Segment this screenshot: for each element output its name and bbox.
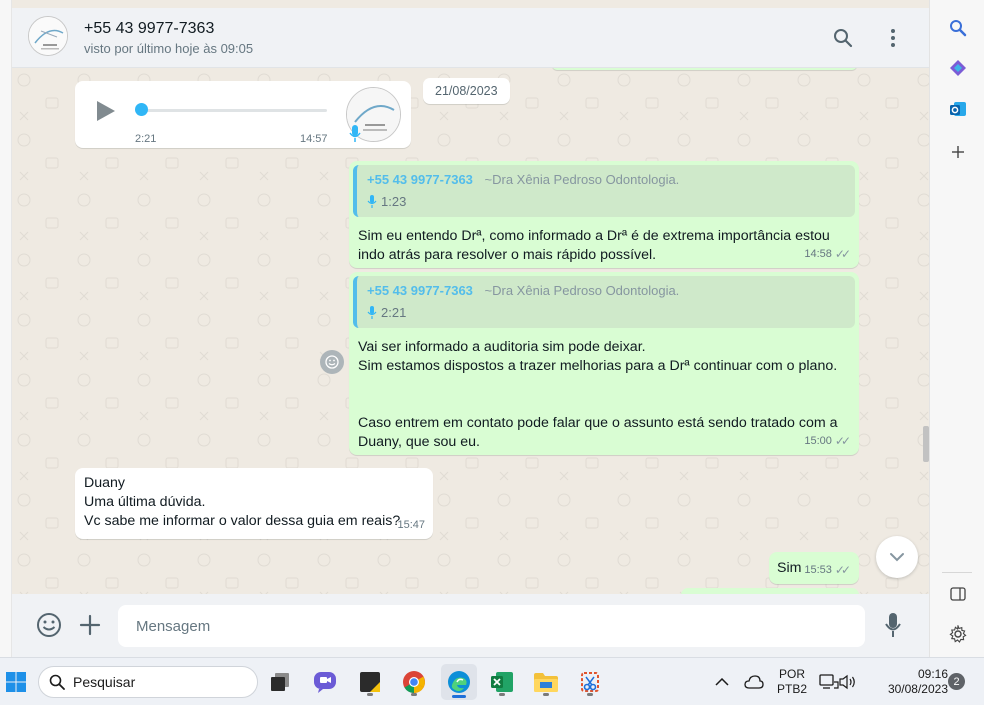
play-icon[interactable] — [95, 99, 117, 129]
outlook-icon[interactable] — [944, 95, 972, 123]
message-input[interactable] — [118, 605, 865, 647]
message-line: Vc sabe me informar o valor dessa guia e… — [84, 513, 401, 529]
chevron-up-icon[interactable] — [706, 666, 738, 698]
notification-badge[interactable]: 2 — [948, 673, 965, 690]
menu-kebab-icon[interactable] — [881, 26, 905, 50]
start-button[interactable] — [0, 666, 32, 698]
running-indicator — [587, 693, 593, 696]
snipping-tool-icon[interactable] — [574, 666, 606, 698]
previous-message-bubble — [552, 68, 857, 70]
quote-phone: +55 43 9977-7363 — [367, 283, 473, 298]
clock-date: 30/08/2023 — [887, 682, 948, 696]
sticky-notes-icon[interactable] — [354, 666, 386, 698]
audio-elapsed: 2:21 — [135, 133, 157, 145]
sidebar-toggle-icon[interactable] — [944, 580, 972, 608]
attach-plus-icon[interactable] — [76, 611, 104, 639]
running-indicator — [411, 693, 417, 696]
copilot-icon[interactable] — [944, 54, 972, 82]
message-time: 14:57 — [300, 133, 328, 145]
emoji-reaction-button[interactable] — [320, 350, 344, 374]
active-indicator — [452, 695, 466, 698]
read-ticks-icon: ✓✓ — [834, 563, 851, 577]
quote-author: ~Dra Xênia Pedroso Odontologia. — [484, 283, 680, 298]
quoted-audio[interactable]: +55 43 9977-7363 ~Dra Xênia Pedroso Odon… — [353, 165, 855, 217]
message-time: 15:53 — [804, 564, 832, 576]
message-line: Duany, que sou eu. — [358, 434, 480, 450]
date-chip: 21/08/2023 — [423, 78, 510, 104]
running-indicator — [543, 693, 549, 696]
quote-author: ~Dra Xênia Pedroso Odontologia. — [484, 172, 680, 187]
quote-duration: 1:23 — [381, 194, 407, 209]
quote-phone: +55 43 9977-7363 — [367, 172, 473, 187]
onedrive-cloud-icon[interactable] — [738, 666, 770, 698]
contact-name[interactable]: +55 43 9977-7363 — [84, 20, 214, 38]
message-line: indo atrás para resolver o mais rápido p… — [358, 247, 657, 263]
contact-status: visto por último hoje às 09:05 — [84, 41, 254, 56]
message-list[interactable]: 2:21 14:57 21/08/2023 +55 43 9977-7363 ~… — [12, 68, 929, 594]
language-indicator[interactable]: POR PTB2 — [774, 667, 810, 697]
task-view-icon[interactable] — [264, 666, 296, 698]
message-time: 15:00 — [804, 435, 832, 447]
chevron-down-icon — [890, 553, 904, 562]
contact-avatar[interactable] — [28, 16, 68, 56]
search-icon[interactable] — [831, 26, 855, 50]
search-icon[interactable] — [944, 14, 972, 42]
message-line: Uma última dúvida. — [84, 494, 206, 510]
language-code: POR — [778, 667, 805, 681]
read-ticks-icon: ✓✓ — [834, 247, 851, 261]
message-time: 14:58 — [804, 248, 832, 260]
audio-message-bubble[interactable]: 2:21 14:57 — [75, 81, 411, 148]
message-composer — [12, 594, 929, 657]
running-indicator — [367, 693, 373, 696]
emoji-icon[interactable] — [35, 611, 63, 639]
audio-seek-handle[interactable] — [135, 103, 148, 116]
excel-icon[interactable] — [486, 666, 518, 698]
search-label: Pesquisar — [73, 674, 136, 690]
teams-chat-icon[interactable] — [309, 666, 341, 698]
chrome-icon[interactable] — [398, 666, 430, 698]
scroll-to-bottom-button[interactable] — [876, 536, 918, 578]
keyboard-layout: PTB2 — [776, 682, 807, 696]
browser-sidebar — [929, 0, 984, 657]
read-ticks-icon: ✓✓ — [834, 434, 851, 448]
outgoing-message-bubble[interactable]: +55 43 9977-7363 ~Dra Xênia Pedroso Odon… — [349, 272, 859, 455]
chat-panel: +55 43 9977-7363 visto por último hoje à… — [12, 0, 929, 657]
message-line — [358, 395, 850, 414]
outgoing-message-bubble[interactable]: Sim 15:53 ✓✓ — [769, 552, 859, 584]
microphone-icon — [367, 305, 377, 319]
divider — [942, 572, 972, 573]
clock-time: 09:16 — [917, 667, 948, 681]
message-line: Caso entrem em contato pode falar que o … — [358, 415, 838, 431]
search-icon — [49, 674, 65, 690]
clock[interactable]: 09:16 30/08/2023 — [872, 667, 948, 697]
background-window-strip — [0, 0, 12, 657]
message-time: 15:47 — [397, 519, 425, 531]
gear-icon[interactable] — [944, 620, 972, 648]
add-icon[interactable] — [944, 138, 972, 166]
message-line: Sim — [777, 560, 802, 576]
message-line: Vai ser informado a auditoria sim pode d… — [358, 339, 646, 355]
microphone-icon[interactable] — [879, 611, 907, 639]
chat-header[interactable]: +55 43 9977-7363 visto por último hoje à… — [12, 8, 929, 68]
file-explorer-icon[interactable] — [530, 666, 562, 698]
microphone-icon — [349, 125, 361, 149]
incoming-message-bubble[interactable]: Duany Uma última dúvida. Vc sabe me info… — [75, 468, 433, 539]
message-line: Sim estamos dispostos a trazer melhorias… — [358, 358, 838, 374]
microphone-icon — [367, 194, 377, 208]
message-line — [358, 376, 850, 395]
message-line: Sim eu entendo Drª, como informado a Drª… — [358, 228, 830, 244]
quoted-audio[interactable]: +55 43 9977-7363 ~Dra Xênia Pedroso Odon… — [353, 276, 855, 328]
message-line: Duany — [84, 475, 126, 491]
audio-progress-track[interactable] — [141, 109, 327, 112]
edge-icon[interactable] — [441, 664, 477, 700]
network-volume-icons[interactable] — [814, 666, 862, 698]
outgoing-message-bubble[interactable]: +55 43 9977-7363 ~Dra Xênia Pedroso Odon… — [349, 161, 859, 268]
running-indicator — [499, 693, 505, 696]
taskbar: Pesquisar POR PTB2 09:16 30/08/2023 2 — [0, 657, 984, 705]
taskbar-search[interactable]: Pesquisar — [38, 666, 258, 698]
volume-icon — [839, 674, 855, 690]
quote-duration: 2:21 — [381, 305, 407, 320]
network-icon — [819, 674, 839, 689]
